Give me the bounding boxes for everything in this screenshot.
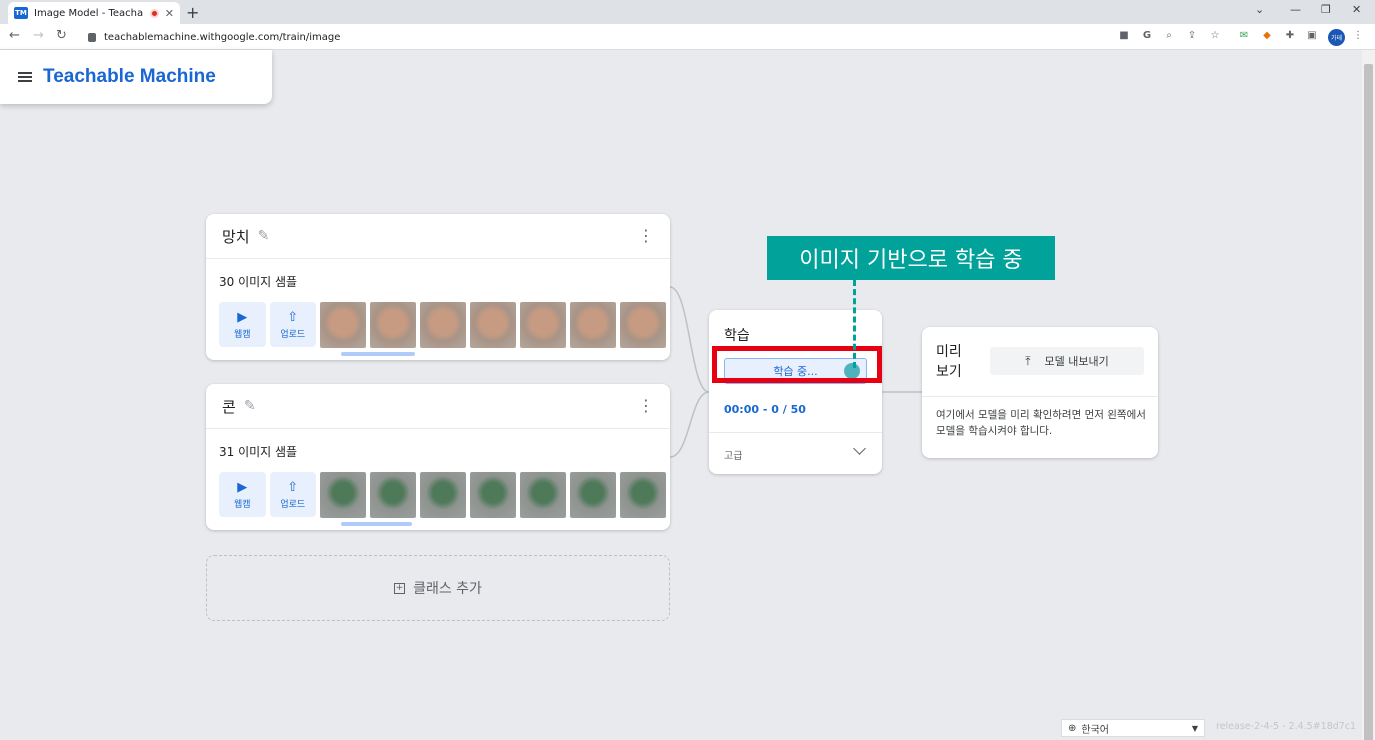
release-version: release-2-4-5 - 2.4.5#18d7c1 [1216, 721, 1357, 732]
sample-thumbnail[interactable] [320, 472, 366, 518]
webcam-label: 웹캠 [233, 329, 251, 340]
add-box-icon: + [394, 582, 406, 594]
class-options-icon[interactable]: ⋮ [638, 398, 654, 414]
training-title: 학습 [724, 328, 750, 344]
chevron-down-icon: ▼ [1191, 723, 1198, 733]
sample-thumbnail[interactable] [620, 302, 666, 348]
upload-label: 업로드 [280, 499, 306, 510]
sample-thumbnail[interactable] [470, 472, 516, 518]
chevron-down-icon[interactable] [853, 442, 866, 455]
page-scrollbar[interactable] [1362, 50, 1375, 740]
video-camera-icon: ▶ [237, 479, 248, 495]
export-model-label: 모델 내보내기 [1044, 355, 1109, 368]
callout-connector [853, 280, 856, 368]
sample-count: 30 이미지 샘플 [219, 275, 298, 289]
video-camera-icon: ▶ [237, 309, 248, 325]
webcam-label: 웹캠 [233, 499, 251, 510]
class-header: 망치 ✎ ⋮ [206, 214, 670, 259]
upload-button[interactable]: ⇧ 업로드 [269, 472, 316, 517]
export-model-button[interactable]: ⤒ 모델 내보내기 [990, 347, 1144, 375]
class-name[interactable]: 콘 [222, 396, 236, 417]
connector-lines [669, 286, 922, 458]
upload-icon: ⇧ [287, 309, 299, 325]
sample-thumbnail[interactable] [470, 302, 516, 348]
language-select[interactable]: ⊕ 한국어 ▼ [1061, 719, 1205, 737]
sample-scrollbar[interactable] [341, 352, 415, 356]
class-header: 콘 ✎ ⋮ [206, 384, 670, 429]
sample-thumbnail[interactable] [370, 302, 416, 348]
webcam-button[interactable]: ▶ 웹캠 [219, 472, 266, 517]
sample-scrollbar[interactable] [341, 522, 412, 526]
globe-icon: ⊕ [1068, 722, 1077, 734]
sample-count: 31 이미지 샘플 [219, 445, 298, 459]
sample-thumbnail[interactable] [520, 472, 566, 518]
class-options-icon[interactable]: ⋮ [638, 228, 654, 244]
divider [709, 432, 882, 433]
sample-thumbnail[interactable] [520, 302, 566, 348]
upload-button[interactable]: ⇧ 업로드 [269, 302, 316, 347]
training-progress-text: 00:00 - 0 / 50 [724, 403, 806, 416]
language-value: 한국어 [1081, 724, 1109, 736]
class-card-1: 망치 ✎ ⋮ 30 이미지 샘플 ▶ 웹캠 ⇧ 업로드 [206, 214, 670, 360]
training-card: 학습 학습 중... 00:00 - 0 / 50 고급 [709, 310, 882, 474]
add-class-button[interactable]: + 클래스 추가 [206, 555, 670, 621]
preview-message: 여기에서 모델을 미리 확인하려면 먼저 왼쪽에서 모델을 학습시켜야 합니다. [936, 409, 1146, 437]
sample-thumbnail[interactable] [370, 472, 416, 518]
sample-row: ▶ 웹캠 ⇧ 업로드 [219, 302, 670, 348]
sample-row: ▶ 웹캠 ⇧ 업로드 [219, 472, 670, 518]
callout-label: 이미지 기반으로 학습 중 [767, 236, 1055, 280]
upload-icon: ⤒ [1025, 353, 1031, 368]
webcam-button[interactable]: ▶ 웹캠 [219, 302, 266, 347]
advanced-label[interactable]: 고급 [724, 447, 742, 462]
highlight-box [712, 346, 882, 383]
divider [922, 396, 1158, 397]
add-class-label: 클래스 추가 [413, 581, 482, 597]
edit-pencil-icon[interactable]: ✎ [244, 398, 256, 414]
sample-thumbnail[interactable] [620, 472, 666, 518]
class-name[interactable]: 망치 [222, 226, 250, 247]
sample-thumbnail[interactable] [320, 302, 366, 348]
class-card-2: 콘 ✎ ⋮ 31 이미지 샘플 ▶ 웹캠 ⇧ 업로드 [206, 384, 670, 530]
scrollbar-thumb[interactable] [1364, 64, 1373, 740]
upload-icon: ⇧ [287, 479, 299, 495]
sample-thumbnail[interactable] [570, 302, 616, 348]
preview-title: 미리 보기 [936, 344, 962, 380]
upload-label: 업로드 [280, 329, 306, 340]
sample-thumbnail[interactable] [420, 302, 466, 348]
preview-card: 미리 보기 ⤒ 모델 내보내기 여기에서 모델을 미리 확인하려면 먼저 왼쪽에… [922, 327, 1158, 458]
edit-pencil-icon[interactable]: ✎ [258, 228, 270, 244]
sample-thumbnail[interactable] [420, 472, 466, 518]
sample-thumbnail[interactable] [570, 472, 616, 518]
